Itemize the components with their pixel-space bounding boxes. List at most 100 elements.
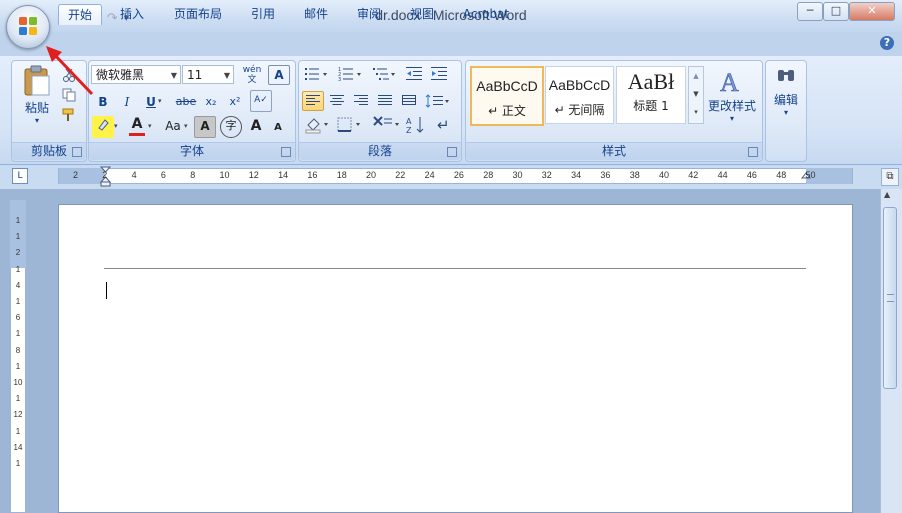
superscript-button[interactable]: x² xyxy=(223,92,247,114)
more-styles-icon[interactable]: ▾ xyxy=(689,103,703,121)
multilevel-list-icon[interactable] xyxy=(372,66,398,85)
dialog-launcher-icon[interactable] xyxy=(447,147,457,157)
highlight-icon[interactable] xyxy=(92,116,114,138)
vruler-tick-label: 14 xyxy=(13,442,23,452)
view-ruler-icon[interactable]: ⧉ xyxy=(881,168,899,186)
increase-indent-icon[interactable] xyxy=(430,66,448,85)
vruler-tick-label: 10 xyxy=(13,378,23,387)
tab-stop-selector[interactable]: L xyxy=(12,168,28,184)
ruler-tick-label: 8 xyxy=(190,170,196,180)
numbering-icon[interactable]: 123 xyxy=(338,66,364,85)
svg-text:A: A xyxy=(720,68,739,97)
tab-home[interactable]: 开始 xyxy=(58,4,102,25)
subscript-button[interactable]: x₂ xyxy=(199,92,223,114)
chinese-layout-icon[interactable] xyxy=(372,115,402,138)
change-styles-button[interactable]: A 更改样式 ▾ xyxy=(704,62,760,134)
chevron-down-icon: ▾ xyxy=(783,108,788,117)
tab-page-layout[interactable]: 页面布局 xyxy=(166,4,230,24)
vruler-tick-label: 6 xyxy=(15,313,21,323)
grow-font-button[interactable]: A xyxy=(246,116,266,138)
vruler-tick-label: 2 xyxy=(15,248,21,258)
align-center-icon xyxy=(330,95,344,105)
style-no-spacing[interactable]: AaBbCcD ↵ 无间隔 xyxy=(545,66,614,124)
font-color-swatch xyxy=(129,133,145,136)
tab-review[interactable]: 审阅 xyxy=(349,4,389,24)
line-spacing-icon xyxy=(425,94,449,108)
phonetic-guide-button[interactable]: wén 文 xyxy=(240,64,264,86)
align-center-button[interactable] xyxy=(326,91,348,111)
strikethrough-button[interactable]: abe xyxy=(173,92,199,114)
vruler-tick-label: 1 xyxy=(15,297,21,306)
style-sample: AaBbCcD xyxy=(548,77,611,93)
chevron-down-icon[interactable]: ▾ xyxy=(158,97,162,105)
change-styles-label: 更改样式 xyxy=(707,99,756,113)
align-left-icon xyxy=(306,95,320,105)
ruler-tick-label: 20 xyxy=(366,170,377,180)
scroll-up-icon[interactable]: ▲ xyxy=(884,190,890,199)
distributed-button[interactable] xyxy=(398,91,420,111)
ruler-tick-label: 6 xyxy=(160,170,166,180)
bullets-icon[interactable] xyxy=(304,66,330,85)
dialog-launcher-icon[interactable] xyxy=(72,147,82,157)
vruler-tick-label: 1 xyxy=(15,216,21,225)
format-painter-icon[interactable] xyxy=(62,108,76,125)
shrink-font-button[interactable]: A xyxy=(268,118,288,138)
document-page[interactable] xyxy=(58,204,853,513)
borders-icon[interactable] xyxy=(336,116,364,137)
chevron-down-icon[interactable]: ▾ xyxy=(114,122,118,130)
font-color-button[interactable]: A xyxy=(126,114,148,138)
font-family-select[interactable]: 微软雅黑 ▼ xyxy=(91,65,181,84)
dialog-launcher-icon[interactable] xyxy=(281,147,291,157)
close-button[interactable]: ✕ xyxy=(849,2,895,21)
grip-icon xyxy=(887,294,894,302)
chevron-down-icon: ▾ xyxy=(34,116,39,125)
style-heading-1[interactable]: AaBł 标题 1 xyxy=(616,66,686,124)
align-left-button[interactable] xyxy=(302,91,324,111)
tab-references[interactable]: 引用 xyxy=(243,4,283,24)
font-size-select[interactable]: 11 ▼ xyxy=(182,65,234,84)
dialog-launcher-icon[interactable] xyxy=(748,147,758,157)
help-icon[interactable]: ? xyxy=(880,36,894,50)
editing-button[interactable]: 编辑 ▾ xyxy=(768,62,804,134)
tab-mailings[interactable]: 邮件 xyxy=(296,4,336,24)
header-divider xyxy=(104,268,806,269)
shading-icon[interactable] xyxy=(304,116,332,137)
scroll-down-icon[interactable]: ▼ xyxy=(689,85,703,103)
scroll-thumb[interactable] xyxy=(883,207,897,389)
style-normal[interactable]: AaBbCcD ↵ 正文 xyxy=(470,66,544,126)
minimize-button[interactable]: ─ xyxy=(797,2,823,21)
justify-button[interactable] xyxy=(374,91,396,111)
maximize-button[interactable]: □ xyxy=(823,2,849,21)
tab-insert[interactable]: 插入 xyxy=(111,4,153,24)
style-sample: AaBbCcD xyxy=(476,78,538,94)
svg-text:3: 3 xyxy=(338,77,341,82)
vruler-tick-label: 1 xyxy=(15,459,21,468)
char-border-button[interactable]: A xyxy=(268,65,290,85)
vruler-tick-label: 12 xyxy=(13,410,23,420)
decrease-indent-icon[interactable] xyxy=(405,66,423,85)
editing-label: 编辑 xyxy=(773,93,798,107)
annotation-arrow-icon xyxy=(46,46,94,96)
vruler-tick-label: 1 xyxy=(15,394,21,404)
char-shading-button[interactable]: A xyxy=(194,116,216,138)
line-spacing-button[interactable] xyxy=(422,91,454,111)
italic-button[interactable]: I xyxy=(116,92,138,114)
distributed-icon xyxy=(402,95,416,105)
chevron-down-icon: ▼ xyxy=(223,71,230,80)
change-case-button[interactable]: Aa xyxy=(160,116,186,138)
sort-icon[interactable]: AZ xyxy=(405,115,427,138)
tab-acrobat[interactable]: Acrobat xyxy=(455,4,517,24)
enclose-character-button[interactable]: 字 xyxy=(220,116,242,138)
style-name: ↵ 无间隔 xyxy=(554,103,605,117)
clear-formatting-icon[interactable]: A✓ xyxy=(250,90,272,112)
show-formatting-icon[interactable]: ↵ xyxy=(435,115,453,138)
scroll-up-icon[interactable]: ▲ xyxy=(689,67,703,85)
align-right-icon xyxy=(354,95,368,105)
chevron-down-icon[interactable]: ▾ xyxy=(148,122,152,130)
font-family-value: 微软雅黑 xyxy=(96,68,145,82)
office-button[interactable] xyxy=(6,5,50,49)
tab-view[interactable]: 视图 xyxy=(402,4,442,24)
chevron-down-icon[interactable]: ▾ xyxy=(184,122,188,130)
align-right-button[interactable] xyxy=(350,91,372,111)
ruler-tick-label: 22 xyxy=(395,170,406,180)
